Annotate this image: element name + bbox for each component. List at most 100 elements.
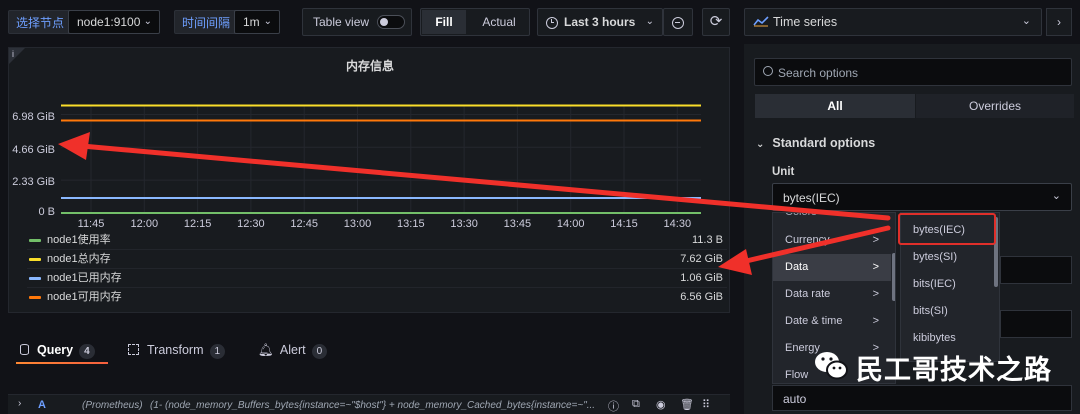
clock-icon	[546, 16, 558, 29]
editor-tabs: Query 4 Transform 1 🔔︎ Alert 0	[8, 336, 728, 364]
chevron-down-icon: ⌄	[1021, 15, 1031, 27]
chevron-right-icon: >	[872, 261, 879, 273]
zoom-out-button[interactable]	[663, 8, 693, 36]
legend-item[interactable]: node1总内存 7.62 GiB	[27, 250, 727, 269]
eye-icon[interactable]: ◉	[656, 398, 666, 411]
time-range-picker[interactable]: Last 3 hours ⌄	[537, 8, 663, 36]
transform-icon	[128, 344, 139, 355]
legend-value: 7.62 GiB	[680, 253, 723, 265]
chevron-right-icon: >	[872, 288, 879, 300]
x-tick-label: 12:45	[290, 218, 318, 230]
unit-option-bits-iec[interactable]: bits(IEC)	[901, 271, 997, 298]
count-badge: 0	[311, 344, 328, 359]
y-tick-label: 0 B	[38, 206, 55, 218]
decimals-input[interactable]: auto	[772, 385, 1072, 411]
unit-category-currency[interactable]: Currency >	[773, 227, 891, 254]
x-tick-label: 13:00	[343, 218, 372, 230]
y-tick-label: 6.98 GiB	[12, 111, 55, 123]
legend-value: 6.56 GiB	[680, 291, 723, 303]
x-tick-label: 12:30	[237, 218, 265, 230]
x-tick-label: 14:30	[663, 218, 692, 230]
unit-category-data-rate[interactable]: Data rate >	[773, 281, 891, 308]
timeseries-icon	[753, 15, 769, 27]
node-variable-label: 选择节点	[8, 10, 73, 34]
query-expression: (1- (node_memory_Buffers_bytes{instance=…	[150, 400, 596, 411]
x-tick-label: 14:15	[610, 218, 638, 230]
option-field[interactable]	[1000, 310, 1072, 338]
query-row[interactable]: › A (Prometheus) (1- (node_memory_Buffer…	[8, 394, 730, 414]
count-badge: 4	[79, 344, 95, 359]
unit-select[interactable]: bytes(IEC) ⌄	[772, 183, 1072, 211]
help-icon[interactable]: ⓘ	[608, 398, 619, 414]
memory-chart	[61, 104, 701, 214]
legend-item[interactable]: node1可用内存 6.56 GiB	[27, 288, 727, 307]
unit-value: bytes(IEC)	[783, 191, 840, 205]
legend-value: 1.06 GiB	[680, 272, 723, 284]
legend-swatch	[29, 277, 41, 280]
legend-item[interactable]: node1已用内存 1.06 GiB	[27, 269, 727, 288]
options-tab-all[interactable]: All	[755, 94, 915, 118]
tab-query[interactable]: Query 4	[20, 336, 95, 364]
tab-transform[interactable]: Transform 1	[128, 336, 226, 364]
legend-swatch	[29, 258, 41, 261]
time-range-label: Last 3 hours	[564, 15, 636, 29]
query-datasource: (Prometheus)	[82, 400, 143, 411]
zoom-out-icon	[672, 16, 684, 29]
standard-options-header[interactable]: ⌄ Standard options	[756, 136, 875, 150]
chevron-down-icon: ⌄	[645, 16, 654, 27]
table-view-label: Table view	[313, 15, 370, 29]
options-tab-overrides[interactable]: Overrides	[916, 94, 1074, 118]
refresh-button[interactable]: ⟳	[702, 8, 730, 36]
fill-actual-radio: Fill Actual	[420, 8, 530, 36]
tab-alert[interactable]: 🔔︎ Alert 0	[258, 336, 328, 364]
menu-item-partial: Colors	[785, 212, 817, 218]
query-letter: A	[38, 399, 46, 411]
copy-icon[interactable]: ⧉	[632, 398, 640, 411]
toggle-knob	[380, 18, 388, 26]
unit-option-bytes-si[interactable]: bytes(SI)	[901, 244, 997, 271]
option-field[interactable]	[1000, 256, 1072, 284]
legend-swatch	[29, 296, 41, 299]
chevron-right-icon: >	[872, 315, 879, 327]
chevron-down-icon: ⌄	[263, 16, 272, 27]
chevron-right-icon: ›	[1057, 15, 1061, 29]
collapse-options-button[interactable]: ›	[1046, 8, 1072, 36]
unit-option-bits-si[interactable]: bits(SI)	[901, 298, 997, 325]
highlight-box	[898, 213, 996, 245]
visualization-picker[interactable]: Time series ⌄	[744, 8, 1042, 36]
legend-name: node1已用内存	[47, 272, 122, 284]
database-icon	[20, 344, 29, 355]
trash-icon[interactable]: 🗑︎	[680, 398, 694, 411]
legend-value: 11.3 B	[692, 234, 723, 246]
bell-icon: 🔔︎	[258, 343, 274, 357]
legend-name: node1可用内存	[47, 291, 122, 303]
watermark-text: 民工哥技术之路	[856, 355, 1052, 385]
legend-name: node1使用率	[47, 234, 111, 246]
chevron-down-icon: ⌄	[1051, 190, 1061, 202]
chevron-right-icon[interactable]: ›	[18, 398, 21, 409]
auto-value: auto	[783, 392, 807, 406]
x-tick-label: 12:15	[183, 218, 212, 230]
y-tick-label: 2.33 GiB	[12, 176, 55, 188]
drag-handle-icon[interactable]: ⠿	[702, 398, 710, 411]
interval-variable-select[interactable]: 1m ⌄	[234, 10, 280, 34]
node-variable-select[interactable]: node1:9100 ⌄	[68, 10, 160, 34]
unit-category-data[interactable]: Data >	[773, 254, 891, 281]
toggle-switch[interactable]	[377, 15, 405, 29]
refresh-icon: ⟳	[709, 13, 723, 30]
chevron-down-icon: ⌄	[756, 139, 765, 150]
fill-option[interactable]: Fill	[422, 10, 466, 34]
legend-item[interactable]: node1使用率 11.3 B	[27, 231, 727, 250]
wechat-logo-icon	[812, 346, 850, 384]
table-view-toggle[interactable]: Table view	[302, 8, 412, 36]
x-tick-label: 11:45	[77, 218, 105, 230]
x-tick-label: 13:45	[503, 218, 532, 230]
unit-category-date-time[interactable]: Date & time >	[773, 308, 891, 335]
legend-swatch	[29, 239, 41, 242]
actual-option[interactable]: Actual	[471, 10, 527, 34]
section-title: Standard options	[772, 136, 876, 150]
visualization-name: Time series	[773, 15, 838, 29]
search-options-input[interactable]: Search options	[754, 58, 1072, 86]
scrollbar-thumb[interactable]	[892, 253, 895, 301]
tab-label: Alert	[279, 343, 306, 357]
